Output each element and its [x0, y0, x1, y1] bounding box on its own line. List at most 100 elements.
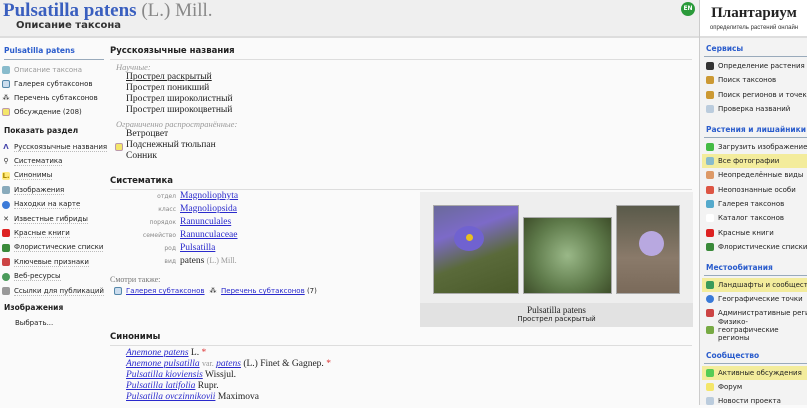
- book-icon: [706, 186, 714, 194]
- russian-name[interactable]: Прострел раскрытый: [126, 72, 212, 82]
- sidebar-section-heading: Сервисы: [704, 42, 807, 57]
- sidebar-section-link[interactable]: Изображения: [2, 183, 65, 197]
- sidebar-section-link[interactable]: Ссылки для публикаций: [2, 284, 104, 298]
- sidebar-section-link[interactable]: ⚲ Систематика: [2, 154, 63, 168]
- sidebar-nav-link[interactable]: Проверка названий: [702, 102, 807, 116]
- sidebar-nav-link[interactable]: Все фотографии: [702, 154, 807, 168]
- label: Административные регионы: [718, 309, 807, 317]
- images-choose-link[interactable]: Выбрать...: [15, 316, 53, 330]
- key-features-icon: [2, 258, 10, 267]
- label: Все фотографии: [718, 157, 780, 165]
- subtaxa-list-link[interactable]: Перечень субтаксонов: [221, 287, 305, 295]
- sidebar-section-link[interactable]: Флористические списки: [2, 241, 104, 255]
- synonym-icon: L.: [2, 171, 10, 180]
- sidebar-nav-link[interactable]: Поиск таксонов: [702, 73, 807, 87]
- sidebar-section-heading: Местообитания: [704, 261, 807, 276]
- comment-icon[interactable]: [115, 143, 123, 151]
- sidebar-section-heading: Сообщество: [704, 349, 807, 364]
- sidebar-subtaxa-gallery[interactable]: Галерея субтаксонов: [2, 77, 93, 91]
- taxon-link[interactable]: Ranunculaceae: [180, 230, 238, 240]
- sidebar-nav-link[interactable]: Активные обсуждения: [702, 366, 807, 380]
- synonym-link[interactable]: patens: [216, 359, 241, 369]
- sidebar-nav-link[interactable]: Географические точки: [702, 292, 807, 306]
- sidebar-taxon-title: Pulsatilla patens: [4, 46, 104, 60]
- sidebar-nav-link[interactable]: Физико-географические регионы: [702, 318, 807, 342]
- sidebar-nav-link[interactable]: Неопределённые виды: [702, 168, 807, 182]
- landscape-icon: [706, 281, 714, 289]
- subtaxa-gallery-link[interactable]: Галерея субтаксонов: [126, 287, 205, 295]
- label: Красные книги: [718, 229, 774, 237]
- sidebar-nav-link[interactable]: Красные книги: [702, 226, 807, 240]
- photo-icon: [2, 66, 10, 74]
- gallery-icon: [2, 80, 10, 88]
- sidebar-nav-link[interactable]: Ландшафты и сообщества: [702, 278, 807, 292]
- comment-icon: [2, 108, 10, 116]
- tree-icon: ⁂: [2, 94, 10, 102]
- sidebar-nav-link[interactable]: Поиск регионов и точек: [702, 88, 807, 102]
- letter-a-icon: Λ: [3, 143, 9, 151]
- label: Проверка названий: [718, 105, 791, 113]
- taxon-link[interactable]: Pulsatilla: [180, 243, 215, 253]
- synonym-link[interactable]: Anemone patens: [126, 348, 189, 358]
- sidebar-nav-link[interactable]: Новости проекта: [702, 394, 807, 408]
- sidebar-section-link[interactable]: L. Синонимы: [2, 169, 53, 183]
- sidebar-subtaxa-list[interactable]: ⁂ Перечень субтаксонов: [2, 91, 98, 105]
- sidebar-section-link[interactable]: ✕ Известные гибриды: [2, 212, 88, 226]
- label: Ключевые признаки: [14, 257, 89, 267]
- tree-icon: [706, 214, 714, 222]
- russian-name: Подснежный тюльпан: [126, 140, 216, 150]
- sidebar-nav-link[interactable]: Загрузить изображение: [702, 140, 807, 154]
- systematics-row: отдел Magnoliophyta: [100, 191, 400, 201]
- photo-icon: [706, 157, 714, 165]
- taxon-link[interactable]: Magnoliopsida: [180, 204, 237, 214]
- sidebar-nav-link[interactable]: Форум: [702, 380, 807, 394]
- sidebar-section-link[interactable]: Веб-ресурсы: [2, 270, 61, 284]
- synonyms-heading: Синонимы: [110, 332, 692, 346]
- sidebar-nav-link[interactable]: Неопознанные особи: [702, 183, 807, 197]
- sidebar-nav-link[interactable]: Галерея таксонов: [702, 197, 807, 211]
- sidebar-nav-link[interactable]: Каталог таксонов: [702, 211, 807, 225]
- author: Maximova: [217, 392, 259, 402]
- sidebar-section-link[interactable]: Находки на карте: [2, 198, 81, 212]
- russian-name: Прострел широкоцветный: [126, 105, 233, 115]
- tree-icon: ⁂: [209, 287, 217, 295]
- synonym-row: Pulsatilla kioviensis Wissjul.: [126, 370, 236, 380]
- russian-name: Прострел широколистный: [126, 94, 233, 104]
- label: Поиск таксонов: [718, 76, 777, 84]
- sidebar-nav-link[interactable]: Флористические списки: [702, 240, 807, 254]
- sidebar-section-link[interactable]: Красные книги: [2, 226, 70, 240]
- author: L.: [190, 348, 200, 358]
- taxon-link[interactable]: Ranunculales: [180, 217, 231, 227]
- comment-icon: [706, 383, 714, 391]
- see-also-links: Галерея субтаксонов ⁂ Перечень субтаксоно…: [114, 287, 317, 295]
- logo-box[interactable]: Плантариум определитель растений онлайн: [700, 0, 807, 38]
- book-icon: [706, 171, 714, 179]
- label: Известные гибриды: [14, 214, 88, 224]
- sidebar-nav-link[interactable]: Определение растения: [702, 59, 807, 73]
- taxon: patens: [180, 256, 205, 266]
- synonym-link[interactable]: Pulsatilla ovczinnikovii: [126, 392, 215, 402]
- label: Физико-географические регионы: [718, 318, 779, 342]
- photo-thumbnail[interactable]: [523, 217, 612, 294]
- red-book-icon: [706, 229, 714, 237]
- synonym-link[interactable]: Pulsatilla kioviensis: [126, 370, 203, 380]
- photo-thumbnail[interactable]: [616, 205, 680, 294]
- basionym-mark: *: [201, 348, 207, 358]
- label: Синонимы: [14, 171, 53, 181]
- russian-name: Сонник: [126, 151, 157, 161]
- systematics-row-species: вид patens (L.) Mill.: [100, 256, 400, 266]
- author: (L.) Mill.: [206, 256, 237, 265]
- label: Форум: [718, 383, 743, 391]
- language-switch-button[interactable]: EN: [681, 2, 695, 16]
- sidebar-section-link[interactable]: Ключевые признаки: [2, 255, 89, 269]
- synonym-row: Pulsatilla latifolia Rupr.: [126, 381, 219, 391]
- sidebar-section-link[interactable]: Λ Русскоязычные названия: [2, 140, 108, 154]
- synonym-link[interactable]: Anemone pulsatilla: [126, 359, 200, 369]
- gallery-caption: Pulsatilla patens Прострел раскрытый: [420, 303, 693, 327]
- link-icon: [2, 287, 10, 295]
- synonym-link[interactable]: Pulsatilla latifolia: [126, 381, 195, 391]
- sidebar-discussion[interactable]: Обсуждение (208): [2, 105, 82, 119]
- photo-thumbnail[interactable]: [433, 205, 519, 294]
- sidebar-description[interactable]: Описание таксона: [2, 63, 82, 77]
- taxon-link[interactable]: Magnoliophyta: [180, 191, 238, 201]
